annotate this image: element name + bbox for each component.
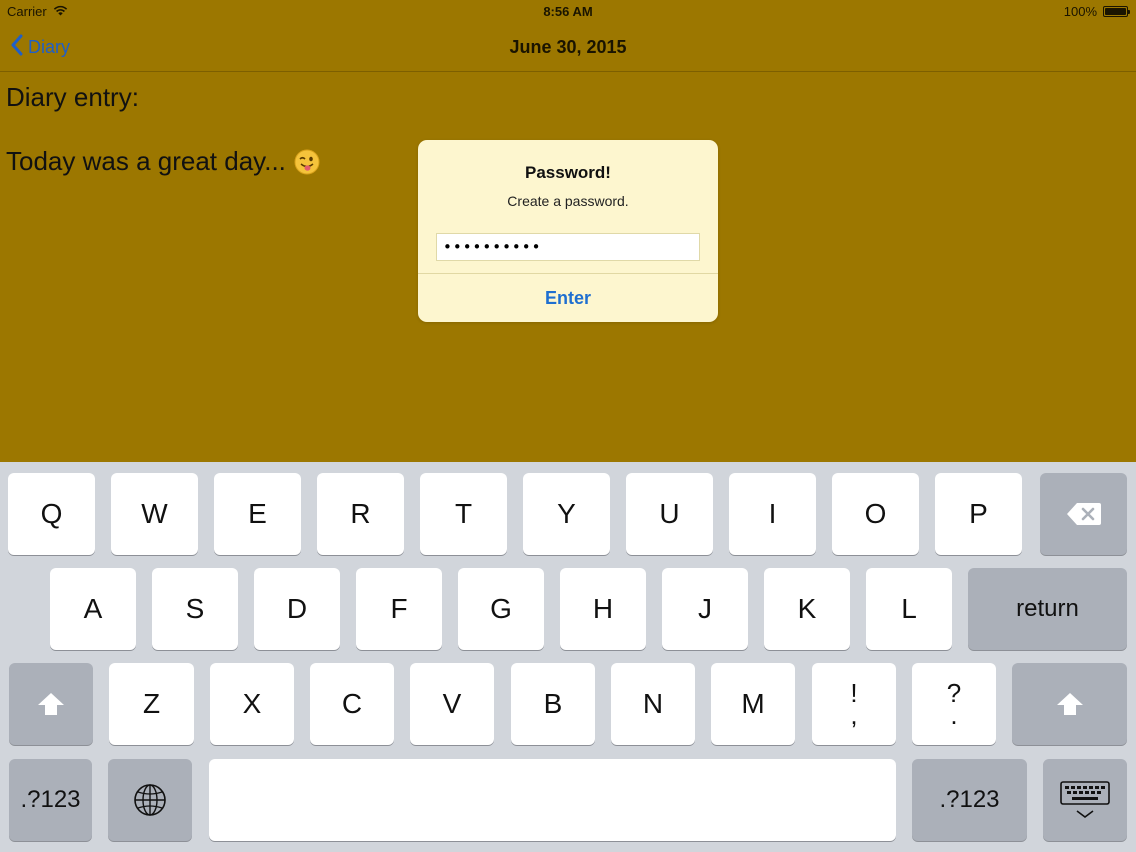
entry-text-value: Today was a great day... <box>6 146 286 176</box>
key-label: A <box>83 593 103 624</box>
key-label: I <box>768 498 777 529</box>
space-key[interactable] <box>209 759 896 841</box>
key-w[interactable]: W <box>111 473 198 555</box>
delete-key[interactable] <box>1040 473 1127 555</box>
key-b[interactable]: B <box>511 663 595 745</box>
key-z[interactable]: Z <box>109 663 194 745</box>
key-label: F <box>390 593 408 624</box>
key-f[interactable]: F <box>356 568 442 650</box>
key-stack: ? . <box>947 680 961 730</box>
key-p[interactable]: P <box>935 473 1022 555</box>
key-o[interactable]: O <box>832 473 919 555</box>
winking-tongue-emoji-icon <box>294 149 320 175</box>
key-bottom-label: , <box>850 700 858 730</box>
key-v[interactable]: V <box>410 663 494 745</box>
key-label: X <box>242 688 262 719</box>
key-d[interactable]: D <box>254 568 340 650</box>
key-h[interactable]: H <box>560 568 646 650</box>
key-bottom-label: . <box>950 700 958 730</box>
keyboard: Q W E R T Y U I O P A S D F G H J K L re… <box>0 462 1136 852</box>
nav-title: June 30, 2015 <box>509 37 627 57</box>
numbers-key-left[interactable]: .?123 <box>9 759 92 841</box>
key-c[interactable]: C <box>310 663 394 745</box>
password-input-value: •••••••••• <box>443 238 542 256</box>
key-stack: ! , <box>850 680 858 730</box>
key-label: R <box>350 498 371 529</box>
key-label: D <box>286 593 308 624</box>
enter-button[interactable]: Enter <box>418 274 718 322</box>
key-label: C <box>341 688 363 719</box>
key-u[interactable]: U <box>626 473 713 555</box>
key-question-period[interactable]: ? . <box>912 663 996 745</box>
alert-title: Password! <box>525 163 611 182</box>
numbers-key-label: .?123 <box>939 786 1000 813</box>
key-label: K <box>797 593 817 624</box>
key-label: Z <box>142 688 161 719</box>
key-label: Q <box>40 498 63 529</box>
key-e[interactable]: E <box>214 473 301 555</box>
key-label: B <box>543 688 563 719</box>
navigation-bar: Diary June 30, 2015 <box>0 24 1136 72</box>
key-n[interactable]: N <box>611 663 695 745</box>
keyboard-dismiss-icon <box>1060 781 1110 819</box>
shift-arrow-icon <box>36 691 66 717</box>
key-j[interactable]: J <box>662 568 748 650</box>
key-g[interactable]: G <box>458 568 544 650</box>
battery-percent: 100% <box>1063 4 1097 19</box>
key-label: H <box>592 593 614 624</box>
key-label: M <box>741 688 765 719</box>
key-label: J <box>698 593 712 624</box>
hide-keyboard-key[interactable] <box>1043 759 1127 841</box>
key-i[interactable]: I <box>729 473 816 555</box>
password-alert: Password! Create a password. •••••••••• … <box>418 140 718 322</box>
alert-message: Create a password. <box>507 193 629 209</box>
key-label: W <box>141 498 168 529</box>
key-exclamation-comma[interactable]: ! , <box>812 663 896 745</box>
battery-icon <box>1103 6 1130 17</box>
numbers-key-label: .?123 <box>20 786 81 813</box>
key-label: N <box>642 688 664 719</box>
key-label: U <box>659 498 680 529</box>
globe-key[interactable] <box>108 759 192 841</box>
key-t[interactable]: T <box>420 473 507 555</box>
key-l[interactable]: L <box>866 568 952 650</box>
key-label: V <box>442 688 462 719</box>
return-key-label: return <box>1016 595 1079 622</box>
key-label: S <box>185 593 205 624</box>
key-r[interactable]: R <box>317 473 404 555</box>
shift-arrow-icon <box>1055 691 1085 717</box>
shift-right-key[interactable] <box>1012 663 1127 745</box>
key-s[interactable]: S <box>152 568 238 650</box>
entry-label: Diary entry: <box>6 82 139 112</box>
key-label: P <box>969 498 988 529</box>
shift-left-key[interactable] <box>9 663 93 745</box>
key-a[interactable]: A <box>50 568 136 650</box>
key-label: O <box>864 498 887 529</box>
return-key[interactable]: return <box>968 568 1127 650</box>
screen: Carrier 8:56 AM 100% Diary June 30, 2015 <box>0 0 1136 852</box>
backspace-icon <box>1066 501 1102 527</box>
key-y[interactable]: Y <box>523 473 610 555</box>
key-label: Y <box>557 498 576 529</box>
key-label: L <box>901 593 917 624</box>
key-x[interactable]: X <box>210 663 294 745</box>
status-bar: Carrier 8:56 AM 100% <box>0 0 1136 24</box>
password-input[interactable]: •••••••••• <box>436 233 700 261</box>
key-label: T <box>454 498 473 529</box>
numbers-key-right[interactable]: .?123 <box>912 759 1027 841</box>
key-k[interactable]: K <box>764 568 850 650</box>
key-label: E <box>248 498 267 529</box>
status-right: 100% <box>1063 4 1130 19</box>
status-time: 8:56 AM <box>543 4 593 19</box>
key-label: G <box>490 593 512 624</box>
globe-icon <box>133 783 167 817</box>
key-q[interactable]: Q <box>8 473 95 555</box>
key-m[interactable]: M <box>711 663 795 745</box>
